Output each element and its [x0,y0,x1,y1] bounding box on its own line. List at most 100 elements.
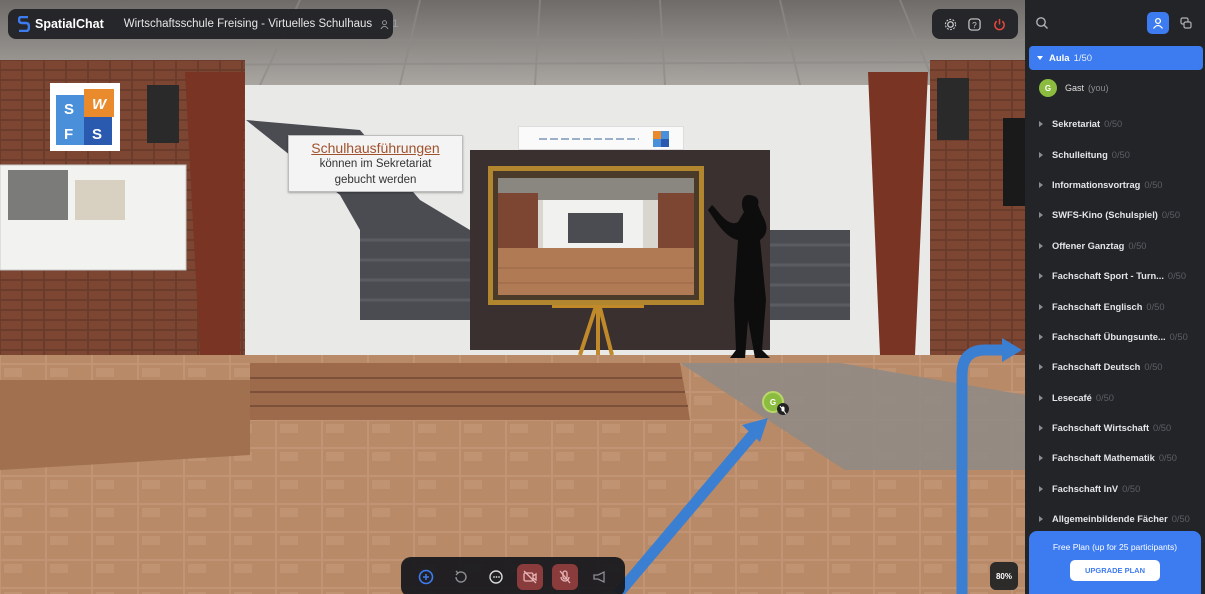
room-name: Allgemeinbildende Fächer [1052,514,1168,525]
upgrade-plan-button[interactable]: UPGRADE PLAN [1069,560,1160,581]
space-title[interactable]: Wirtschaftsschule Freising - Virtuelles … [124,18,372,30]
top-right-controls: ? [932,9,1018,39]
chevron-right-icon [1039,303,1043,310]
chevron-right-icon [1039,485,1043,492]
room-list: Sekretariat 0/50 Schulleitung 0/50 Informati… [1025,109,1205,534]
logo-letter: F [64,126,73,143]
logo-letter: W [92,96,108,113]
chevron-right-icon [1039,516,1043,523]
chevron-right-icon [1039,273,1043,280]
power-icon[interactable] [991,15,1009,33]
svg-text:?: ? [973,19,978,29]
plan-text: Free Plan (up for 25 participants) [1052,542,1178,552]
media-toolbar [401,557,625,594]
room-item[interactable]: Lesecafé 0/50 [1025,383,1205,413]
room-count: 1/50 [1073,52,1093,64]
chevron-right-icon [1039,425,1043,432]
room-name: Lesecafé [1052,392,1092,403]
add-icon[interactable] [413,564,439,590]
logo-letter: S [64,101,74,118]
share-screen-icon[interactable] [448,564,474,590]
zoom-level[interactable]: 80% [990,562,1018,590]
room-count: 0/50 [1169,331,1188,342]
chevron-right-icon [1039,394,1043,401]
room-item[interactable]: Sekretariat 0/50 [1025,109,1205,139]
room-count: 0/50 [1167,271,1187,282]
virtual-space[interactable]: SpatialChat Wirtschaftsschule Freising -… [0,0,1025,594]
logo-letter: S [92,126,102,143]
room-count: 0/50 [1161,210,1180,221]
rooms-sidebar: Aula 1/50 G Gast (you) Sekretariat 0/50 Sc… [1025,0,1205,594]
participant-count[interactable]: 1 [380,18,398,30]
room-name: Sekretariat [1052,119,1101,130]
chevron-right-icon [1039,181,1043,188]
mic-off-icon[interactable] [551,564,578,590]
sign-line: können im Sekretariat [319,158,432,170]
room-name: Fachschaft Englisch [1052,301,1143,312]
room-count: 0/50 [1153,423,1172,434]
room-item[interactable]: Fachschaft Übungsunte... 0/50 [1025,322,1205,352]
room-count: 0/50 [1095,392,1114,403]
brand-name: SpatialChat [35,17,104,31]
tab-chat[interactable] [1175,12,1197,34]
room-item[interactable]: SWFS-Kino (Schulspiel) 0/50 [1025,200,1205,230]
chat-bubbles-icon [1180,17,1192,29]
help-icon[interactable]: ? [966,15,984,33]
avatar: G [1039,79,1057,97]
participant-row[interactable]: G Gast (you) [1025,70,1205,106]
chat-icon[interactable] [483,564,509,590]
chevron-right-icon [1039,455,1043,462]
camera-off-icon[interactable] [517,564,544,590]
hall-photo [498,178,694,295]
sidebar-tabs [1147,12,1197,34]
megaphone-icon[interactable] [587,564,613,590]
room-item[interactable]: Offener Ganztag 0/50 [1025,231,1205,261]
room-name: Fachschaft Deutsch [1052,362,1141,373]
school-logo: S W F S [50,83,120,151]
room-item[interactable]: Informationsvortrag 0/50 [1025,170,1205,200]
room-item[interactable]: Fachschaft Deutsch 0/50 [1025,352,1205,382]
room-count: 0/50 [1122,483,1141,494]
room-count: 0/50 [1111,149,1130,160]
room-item[interactable]: Fachschaft Englisch 0/50 [1025,291,1205,321]
room-name: Fachschaft Übungsunte... [1052,331,1166,342]
room-item-aula[interactable]: Aula 1/50 [1029,46,1203,70]
room-item[interactable]: Schulleitung 0/50 [1025,139,1205,169]
search-icon[interactable] [1035,16,1049,30]
room-name: Fachschaft Mathematik [1052,453,1155,464]
participant-name: Gast [1065,83,1085,93]
avatar-mic-off-icon [777,403,789,415]
room-name: SWFS-Kino (Schulspiel) [1052,210,1158,221]
tab-participants[interactable] [1147,12,1169,34]
room-item[interactable]: Fachschaft Wirtschaft 0/50 [1025,413,1205,443]
info-sign: Schulhausführungen können im Sekretariat… [288,135,463,192]
participant-count-value: 1 [392,18,399,30]
room-name: Informationsvortrag [1052,179,1141,190]
chevron-right-icon [1039,151,1043,158]
room-item[interactable]: Fachschaft InV 0/50 [1025,474,1205,504]
top-bar: SpatialChat Wirtschaftsschule Freising -… [8,9,398,39]
school-banner [518,126,684,150]
plan-banner: Free Plan (up for 25 participants) UPGRA… [1029,531,1201,594]
person-icon [1152,17,1164,29]
chevron-right-icon [1039,333,1043,340]
room-count: 0/50 [1144,362,1163,373]
room-item[interactable]: Fachschaft Mathematik 0/50 [1025,443,1205,473]
app-brand[interactable]: SpatialChat [18,16,104,32]
sign-line: gebucht werden [334,174,417,186]
person-icon [380,19,389,29]
room-count: 0/50 [1158,453,1177,464]
app-window: SpatialChat Wirtschaftsschule Freising -… [0,0,1205,594]
room-name: Fachschaft Sport - Turn... [1052,271,1164,282]
room-count: 0/50 [1104,119,1123,130]
room-item[interactable]: Fachschaft Sport - Turn... 0/50 [1025,261,1205,291]
chevron-right-icon [1039,364,1043,371]
sign-heading: Schulhausführungen [311,140,440,156]
room-name: Aula [1049,52,1070,64]
sidebar-header [1025,0,1205,46]
room-item[interactable]: Allgemeinbildende Fächer 0/50 [1025,504,1205,534]
room-count: 0/50 [1146,301,1165,312]
room-count: 0/50 [1171,514,1190,525]
room-count: 0/50 [1128,240,1147,251]
settings-icon[interactable] [941,15,959,33]
